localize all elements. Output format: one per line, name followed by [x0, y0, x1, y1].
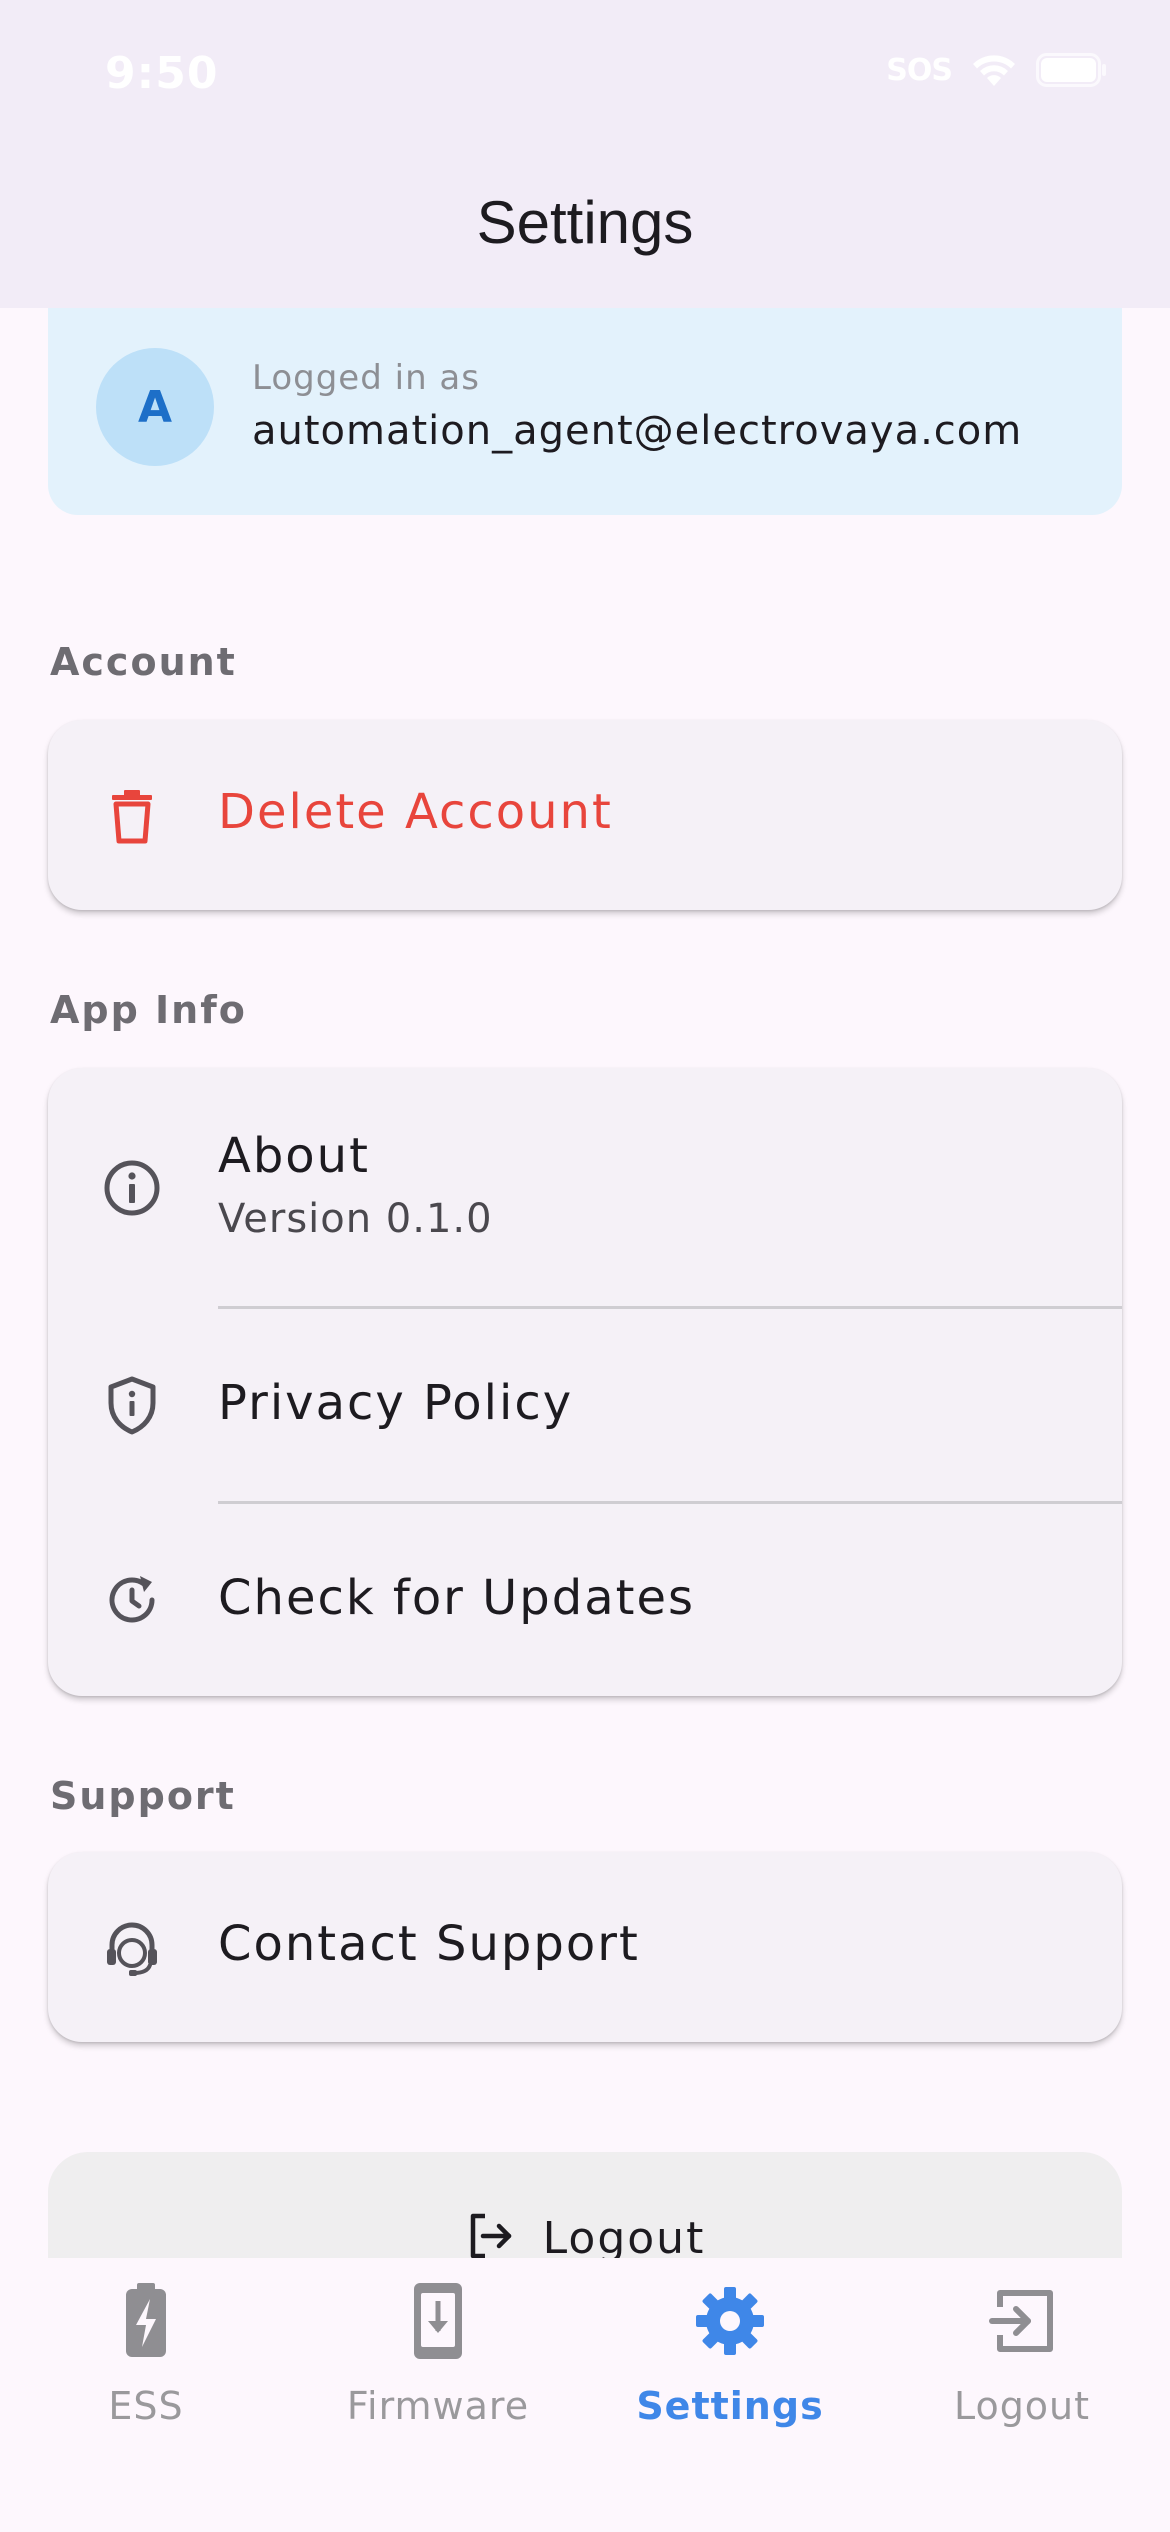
- delete-account-button[interactable]: Delete Account: [48, 720, 1122, 910]
- page-title: Settings: [476, 189, 694, 256]
- support-agent-icon: [100, 1915, 164, 1979]
- sos-indicator: SOS: [886, 52, 953, 88]
- update-icon: [100, 1568, 164, 1632]
- shield-info-icon: [100, 1373, 164, 1437]
- nav-settings[interactable]: Settings: [584, 2276, 876, 2496]
- about-item[interactable]: About Version 0.1.0: [48, 1068, 1122, 1308]
- support-card: Contact Support: [48, 1852, 1122, 2042]
- battery-charging-icon: [101, 2276, 191, 2366]
- status-icons: SOS: [886, 52, 1108, 88]
- gear-icon: [685, 2276, 775, 2366]
- wifi-icon: [970, 52, 1018, 88]
- logout-icon: [977, 2276, 1067, 2366]
- privacy-policy-label: Privacy Policy: [218, 1375, 574, 1431]
- nav-logout-label: Logout: [953, 2384, 1091, 2428]
- section-label-support: Support: [50, 1774, 236, 1818]
- nav-settings-label: Settings: [636, 2384, 824, 2428]
- check-updates-item[interactable]: Check for Updates: [48, 1504, 1122, 1696]
- app-info-card: About Version 0.1.0 Privacy Policy Check…: [48, 1068, 1122, 1696]
- check-updates-label: Check for Updates: [218, 1570, 696, 1626]
- section-label-account: Account: [50, 640, 237, 684]
- about-title: About: [218, 1128, 370, 1184]
- nav-firmware[interactable]: Firmware: [292, 2276, 584, 2496]
- user-email: automation_agent@electrovaya.com: [252, 408, 1023, 454]
- about-version: Version 0.1.0: [218, 1196, 493, 1242]
- logout-button-label: Logout: [542, 2212, 706, 2264]
- account-card: Delete Account: [48, 720, 1122, 910]
- nav-firmware-label: Firmware: [346, 2384, 530, 2428]
- phone-download-icon: [393, 2276, 483, 2366]
- user-card: A Logged in as automation_agent@electrov…: [48, 300, 1122, 515]
- app-bar: 9:50 SOS Settings: [0, 0, 1170, 308]
- settings-screen: 9:50 SOS Settings A Logged in as automat…: [0, 0, 1170, 2532]
- bottom-navigation: ESS Firmware Settings Logout: [0, 2258, 1170, 2532]
- info-icon: [100, 1156, 164, 1220]
- privacy-policy-item[interactable]: Privacy Policy: [48, 1309, 1122, 1501]
- contact-support-item[interactable]: Contact Support: [48, 1852, 1122, 2042]
- battery-icon: [1036, 53, 1108, 87]
- avatar: A: [96, 348, 214, 466]
- trash-icon: [100, 783, 164, 847]
- delete-account-label: Delete Account: [218, 784, 613, 840]
- logged-in-label: Logged in as: [252, 358, 480, 398]
- contact-support-label: Contact Support: [218, 1916, 640, 1972]
- nav-ess[interactable]: ESS: [0, 2276, 292, 2496]
- nav-ess-label: ESS: [108, 2384, 184, 2428]
- nav-logout[interactable]: Logout: [876, 2276, 1168, 2496]
- section-label-app-info: App Info: [50, 988, 247, 1032]
- status-time: 9:50: [105, 48, 219, 99]
